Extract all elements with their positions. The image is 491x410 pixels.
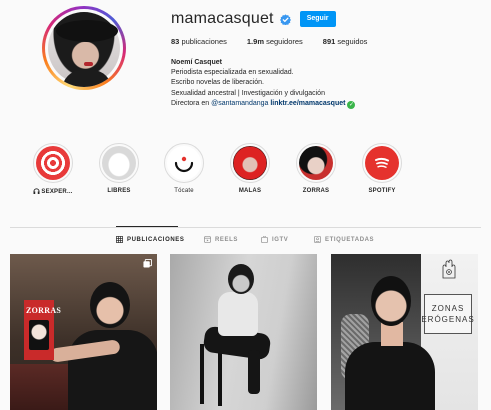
highlight-ring <box>99 143 139 183</box>
highlight-malas[interactable]: MALAS <box>218 143 282 194</box>
grid-icon <box>116 236 123 243</box>
avatar-frame <box>45 9 123 87</box>
post-person-head <box>371 276 411 326</box>
follow-button[interactable]: Seguir <box>299 11 336 27</box>
mention-link[interactable]: @santamandanga <box>211 100 268 107</box>
headphones-icon <box>33 188 40 194</box>
hamsa-icon <box>442 259 456 279</box>
post-thumbnail[interactable]: ZONAS ERÓGENAS <box>331 254 478 410</box>
post-text-line: ZONAS <box>431 304 465 313</box>
highlight-libres[interactable]: LIBRES <box>87 143 151 194</box>
post-thumbnail[interactable] <box>170 254 317 410</box>
check-circle-icon: ✓ <box>347 100 356 109</box>
post-text-line: ERÓGENAS <box>421 315 475 324</box>
post-person-leg <box>248 350 260 394</box>
highlight-label: SPOTIFY <box>368 188 396 194</box>
highlight-cover <box>299 146 333 180</box>
tab-reels[interactable]: REELS <box>204 236 238 243</box>
tab-etiquetadas[interactable]: ETIQUETADAS <box>314 236 374 243</box>
stat-posts: 83 publicaciones <box>171 37 227 46</box>
book-illustration <box>29 320 49 350</box>
post-text-box: ZONAS ERÓGENAS <box>421 294 475 334</box>
highlight-zorras[interactable]: ZORRAS <box>284 143 348 194</box>
stat-followers[interactable]: 1.9m seguidores <box>247 37 303 46</box>
post-person-torso <box>218 292 258 336</box>
highlight-ring <box>362 143 402 183</box>
highlight-ring <box>230 143 270 183</box>
avatar-lips <box>84 62 93 66</box>
highlight-cover <box>233 146 267 180</box>
bio-name: Noemí Casquet <box>171 59 222 66</box>
tab-label: REELS <box>215 236 239 243</box>
story-highlights: SEXPER... LIBRES Tócate MALAS ZORRAS SPO… <box>0 143 491 203</box>
reels-icon <box>204 236 211 243</box>
bio-line: Periodista especializada en sexualidad. <box>171 69 294 77</box>
bio-line: Escribo novelas de liberación. <box>171 79 264 87</box>
highlight-label: ZORRAS <box>302 188 330 194</box>
highlight-label: LIBRES <box>107 188 131 194</box>
bio-line: Sexualidad ancestral | Investigación y d… <box>171 89 325 97</box>
highlight-label: MALAS <box>238 188 262 194</box>
chair-leg <box>218 350 222 406</box>
profile-stats: 83 publicaciones 1.9m seguidores 891 seg… <box>171 37 387 46</box>
avatar-body <box>62 70 112 87</box>
highlight-ring <box>296 143 336 183</box>
spotify-logo-icon <box>375 157 389 168</box>
spotify-icon <box>365 146 399 180</box>
target-icon <box>36 146 70 180</box>
highlight-cover <box>167 146 201 180</box>
smile-dot-icon <box>174 156 194 173</box>
highlight-label: SEXPER... <box>41 189 73 195</box>
username: mamacasquet <box>171 10 274 27</box>
book-title: ZORRAS <box>26 306 62 315</box>
highlight-label: Tócate <box>174 188 194 194</box>
username-row: mamacasquet Seguir <box>171 10 336 28</box>
tabs-divider <box>10 227 481 228</box>
highlight-sexper[interactable]: SEXPER... <box>21 143 85 195</box>
highlight-spotify[interactable]: SPOTIFY <box>350 143 414 194</box>
avatar-photo <box>48 12 120 87</box>
profile-avatar[interactable] <box>42 6 126 90</box>
igtv-icon <box>261 236 268 243</box>
post-thumbnail[interactable]: ZORRAS <box>10 254 157 410</box>
post-person-head <box>90 282 130 328</box>
bio-directora-line: Directora en @santamandanga linktr.ee/ma… <box>171 99 356 109</box>
profile-bio: Noemí Casquet Periodista especializada e… <box>171 58 471 109</box>
post-person-dress <box>345 342 435 410</box>
chair-leg <box>200 344 204 404</box>
tab-publicaciones[interactable]: PUBLICACIONES <box>116 236 184 243</box>
tab-label: IGTV <box>272 236 289 243</box>
avatar-hat <box>56 20 118 42</box>
post-person-head <box>228 264 254 294</box>
highlight-ring <box>164 143 204 183</box>
highlight-tocate[interactable]: Tócate <box>152 143 216 194</box>
tab-igtv[interactable]: IGTV <box>261 236 288 243</box>
highlight-cover <box>102 146 136 180</box>
profile-link[interactable]: linktr.ee/mamacasquet <box>270 100 345 107</box>
multiple-posts-icon <box>143 259 152 268</box>
book-cover: ZORRAS <box>24 300 62 360</box>
tab-label: PUBLICACIONES <box>127 236 185 243</box>
tab-label: ETIQUETADAS <box>325 236 375 243</box>
active-tab-indicator <box>116 226 178 227</box>
tagged-icon <box>314 236 321 243</box>
highlight-ring <box>33 143 73 183</box>
verified-badge-icon <box>279 13 291 25</box>
stat-following[interactable]: 891 seguidos <box>323 37 368 46</box>
